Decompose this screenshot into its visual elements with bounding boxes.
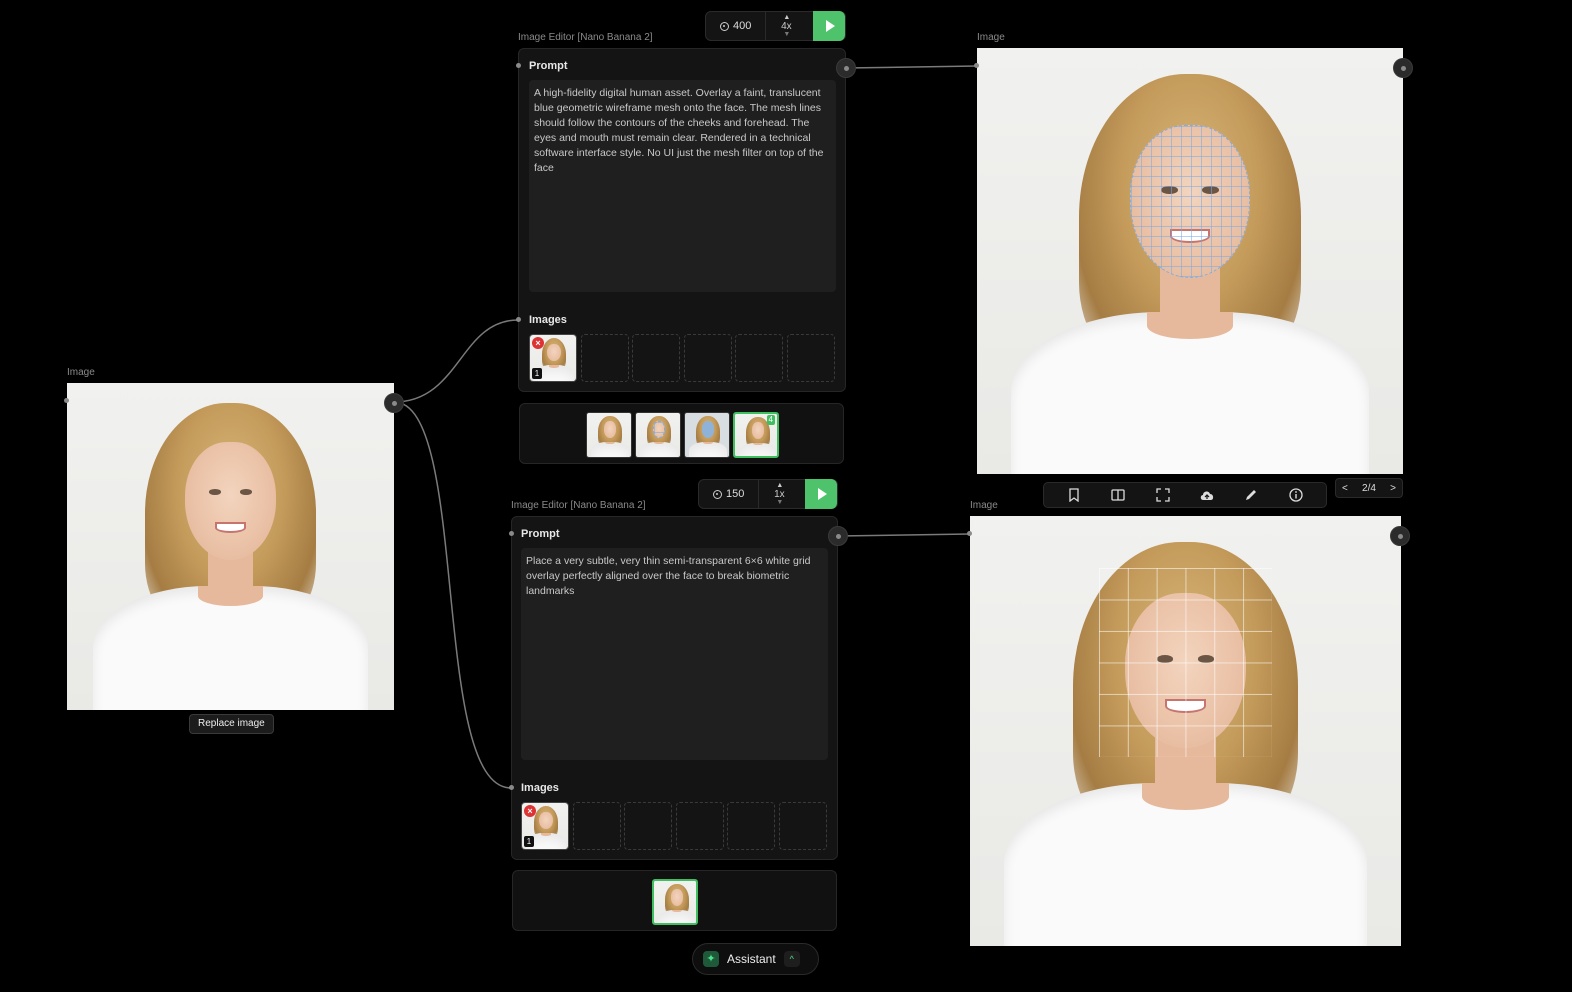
stepper-down-icon[interactable]: ▼: [776, 499, 783, 506]
wire-source-to-bottom-editor: [393, 401, 512, 789]
stepper-down-icon[interactable]: ▼: [783, 31, 790, 38]
pager-next-button[interactable]: >: [1390, 483, 1396, 494]
slot-index-badge: 1: [524, 836, 534, 847]
result-thumb-selected[interactable]: [652, 879, 698, 925]
result-thumb-selected[interactable]: 4: [733, 412, 779, 458]
top-prompt-label: Prompt: [529, 60, 568, 72]
top-output-image[interactable]: [977, 48, 1403, 474]
bottom-images-label: Images: [521, 782, 559, 794]
prompt-input-dot: [516, 63, 521, 68]
bottom-editor-panel: Prompt Place a very subtle, very thin se…: [509, 516, 838, 860]
top-image-slot-empty[interactable]: [632, 334, 680, 382]
credit-coin-icon: [713, 489, 722, 499]
top-editor-caption: Image Editor [Nano Banana 2]: [518, 32, 653, 43]
result-thumb[interactable]: [635, 412, 681, 458]
top-run-toolbar: 400 ▲ 4x ▼: [705, 11, 846, 41]
bottom-run-toolbar: 150 ▲ 1x ▼: [698, 479, 838, 509]
prompt-input-dot: [509, 531, 514, 536]
top-image-slot-empty[interactable]: [787, 334, 835, 382]
slot-index-badge: 1: [532, 368, 542, 379]
top-credits: 400: [706, 12, 767, 40]
bottom-output-input-dot: [967, 531, 972, 536]
result-thumb[interactable]: [586, 412, 632, 458]
top-output-input-dot: [974, 63, 979, 68]
top-image-slot-empty[interactable]: [684, 334, 732, 382]
sparkle-icon: ✦: [703, 951, 719, 967]
stepper-up-icon[interactable]: ▲: [776, 482, 783, 489]
wire-bottom-editor-to-output: [837, 533, 971, 537]
top-prompt-textarea[interactable]: A high-fidelity digital human asset. Ove…: [529, 80, 836, 292]
credit-coin-icon: [720, 21, 729, 31]
bottom-image-slot-empty[interactable]: [779, 802, 827, 850]
fullscreen-icon[interactable]: [1153, 485, 1173, 505]
source-output-port[interactable]: [384, 393, 404, 413]
source-node-caption: Image: [67, 367, 95, 378]
source-image[interactable]: [67, 383, 394, 710]
bottom-output-caption: Image: [970, 500, 998, 511]
bottom-credits: 150: [699, 480, 760, 508]
bottom-prompt-textarea[interactable]: Place a very subtle, very thin semi-tran…: [521, 548, 828, 760]
top-image-slot-empty[interactable]: [735, 334, 783, 382]
bottom-image-slot-empty[interactable]: [624, 802, 672, 850]
info-icon[interactable]: [1286, 485, 1306, 505]
bottom-credits-value: 150: [726, 488, 745, 500]
compare-icon[interactable]: [1108, 485, 1128, 505]
image-action-toolbar: [1043, 482, 1327, 508]
pencil-icon[interactable]: [1241, 485, 1261, 505]
bottom-multiplier-value: 1x: [774, 488, 785, 500]
pager-value: 2/4: [1362, 482, 1376, 494]
assistant-label: Assistant: [727, 952, 776, 966]
top-images-label: Images: [529, 314, 567, 326]
images-input-dot: [509, 785, 514, 790]
pager-prev-button[interactable]: <: [1342, 483, 1348, 494]
bottom-image-slot-empty[interactable]: [676, 802, 724, 850]
bottom-image-slot-empty[interactable]: [573, 802, 621, 850]
bottom-image-slot-empty[interactable]: [727, 802, 775, 850]
wire-source-to-top-editor: [393, 319, 519, 403]
chevron-up-icon[interactable]: ^: [783, 951, 800, 967]
bottom-image-slot-1[interactable]: × 1: [521, 802, 569, 850]
top-editor-output-port[interactable]: [836, 58, 856, 78]
top-image-slot-1[interactable]: × 1: [529, 334, 577, 382]
bottom-output-image[interactable]: [970, 516, 1401, 946]
bottom-editor-output-port[interactable]: [828, 526, 848, 546]
top-output-port[interactable]: [1393, 58, 1413, 78]
top-credits-value: 400: [733, 20, 752, 32]
top-multiplier-value: 4x: [781, 20, 792, 32]
replace-image-button[interactable]: Replace image: [189, 714, 274, 734]
bookmark-icon[interactable]: [1064, 485, 1084, 505]
top-image-slot-empty[interactable]: [581, 334, 629, 382]
images-input-dot: [516, 317, 521, 322]
bottom-output-port[interactable]: [1390, 526, 1410, 546]
output-pager: < 2/4 >: [1335, 478, 1403, 498]
bottom-editor-caption: Image Editor [Nano Banana 2]: [511, 500, 646, 511]
top-results-gallery: 4: [519, 403, 844, 464]
bottom-multiplier-stepper[interactable]: ▲ 1x ▼: [759, 480, 799, 508]
wire-top-editor-to-output: [845, 65, 978, 69]
source-input-dot: [64, 398, 69, 403]
assistant-button[interactable]: ✦ Assistant ^: [692, 943, 819, 975]
top-run-button[interactable]: [813, 11, 845, 41]
cloud-upload-icon[interactable]: [1197, 485, 1217, 505]
bottom-run-button[interactable]: [805, 479, 837, 509]
top-output-caption: Image: [977, 32, 1005, 43]
top-editor-panel: Prompt A high-fidelity digital human ass…: [516, 48, 846, 392]
remove-image-icon[interactable]: ×: [524, 805, 536, 817]
remove-image-icon[interactable]: ×: [532, 337, 544, 349]
result-thumb[interactable]: [684, 412, 730, 458]
stepper-up-icon[interactable]: ▲: [783, 14, 790, 21]
bottom-results-gallery: [512, 870, 837, 931]
top-multiplier-stepper[interactable]: ▲ 4x ▼: [766, 12, 806, 40]
gallery-count-badge: 4: [766, 415, 775, 425]
bottom-prompt-label: Prompt: [521, 528, 560, 540]
